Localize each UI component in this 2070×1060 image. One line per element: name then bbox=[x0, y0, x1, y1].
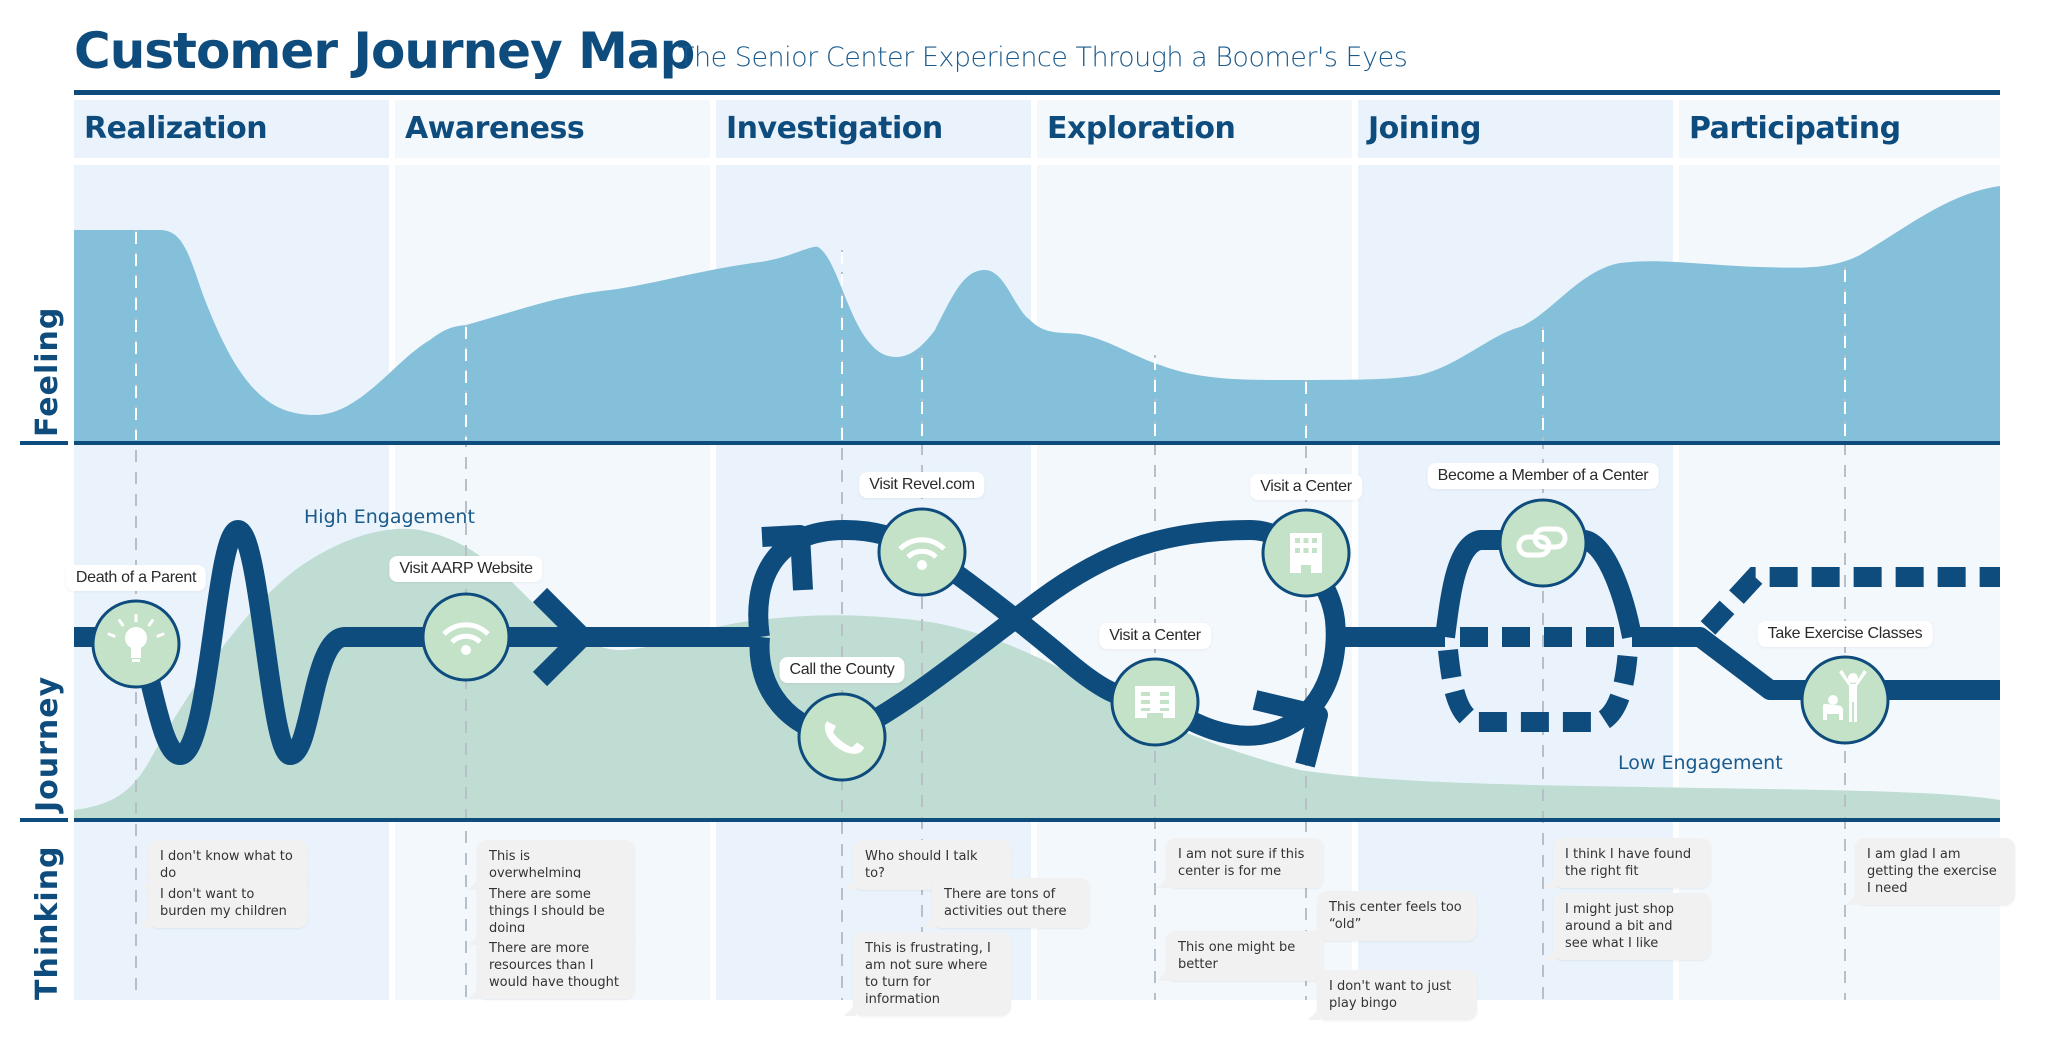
low-engagement-label: Low Engagement bbox=[1618, 752, 1783, 774]
node-call-county[interactable] bbox=[797, 692, 887, 782]
thought-bubble: There are more resources than I would ha… bbox=[468, 932, 635, 999]
step-label: Visit a Center bbox=[1250, 474, 1362, 500]
step-label: Death of a Parent bbox=[65, 565, 207, 591]
engagement-area bbox=[74, 528, 2000, 818]
step-label: Take Exercise Classes bbox=[1757, 621, 1933, 647]
thought-bubble: This is frustrating, I am not sure where… bbox=[844, 932, 1011, 1016]
high-engagement-label: High Engagement bbox=[304, 506, 475, 528]
feeling-area bbox=[74, 186, 2000, 441]
node-become-member[interactable] bbox=[1498, 498, 1588, 588]
row-divider-feeling-journey bbox=[74, 441, 2000, 445]
thought-bubble: I am glad I am getting the exercise I ne… bbox=[1846, 838, 2015, 905]
step-label: Call the County bbox=[779, 657, 905, 683]
thought-bubble: I am not sure if this center is for me bbox=[1157, 838, 1324, 888]
row-divider-tick bbox=[20, 818, 68, 822]
thought-bubble: This one might be better bbox=[1157, 931, 1324, 981]
thought-bubble: I don't want to just play bingo bbox=[1308, 970, 1477, 1020]
step-label: Become a Member of a Center bbox=[1427, 463, 1659, 489]
step-label: Visit Revel.com bbox=[859, 472, 985, 498]
thought-bubble: There are tons of activities out there bbox=[923, 878, 1090, 928]
row-label-journey: Journey bbox=[30, 675, 65, 812]
row-divider-journey-thinking bbox=[74, 818, 2000, 822]
step-label: Visit AARP Website bbox=[389, 556, 543, 582]
row-label-thinking: Thinking bbox=[30, 845, 65, 1000]
thought-bubble: This center feels too “old” bbox=[1308, 891, 1477, 941]
thought-bubble: I might just shop around a bit and see w… bbox=[1544, 893, 1711, 960]
thought-bubble: I think I have found the right fit bbox=[1544, 838, 1711, 888]
node-exercise-classes[interactable] bbox=[1800, 655, 1890, 745]
step-label: Visit a Center bbox=[1099, 623, 1211, 649]
row-label-feeling: Feeling bbox=[30, 306, 65, 437]
row-divider-tick bbox=[20, 441, 68, 445]
thought-bubble: I don't want to burden my children bbox=[139, 878, 308, 928]
